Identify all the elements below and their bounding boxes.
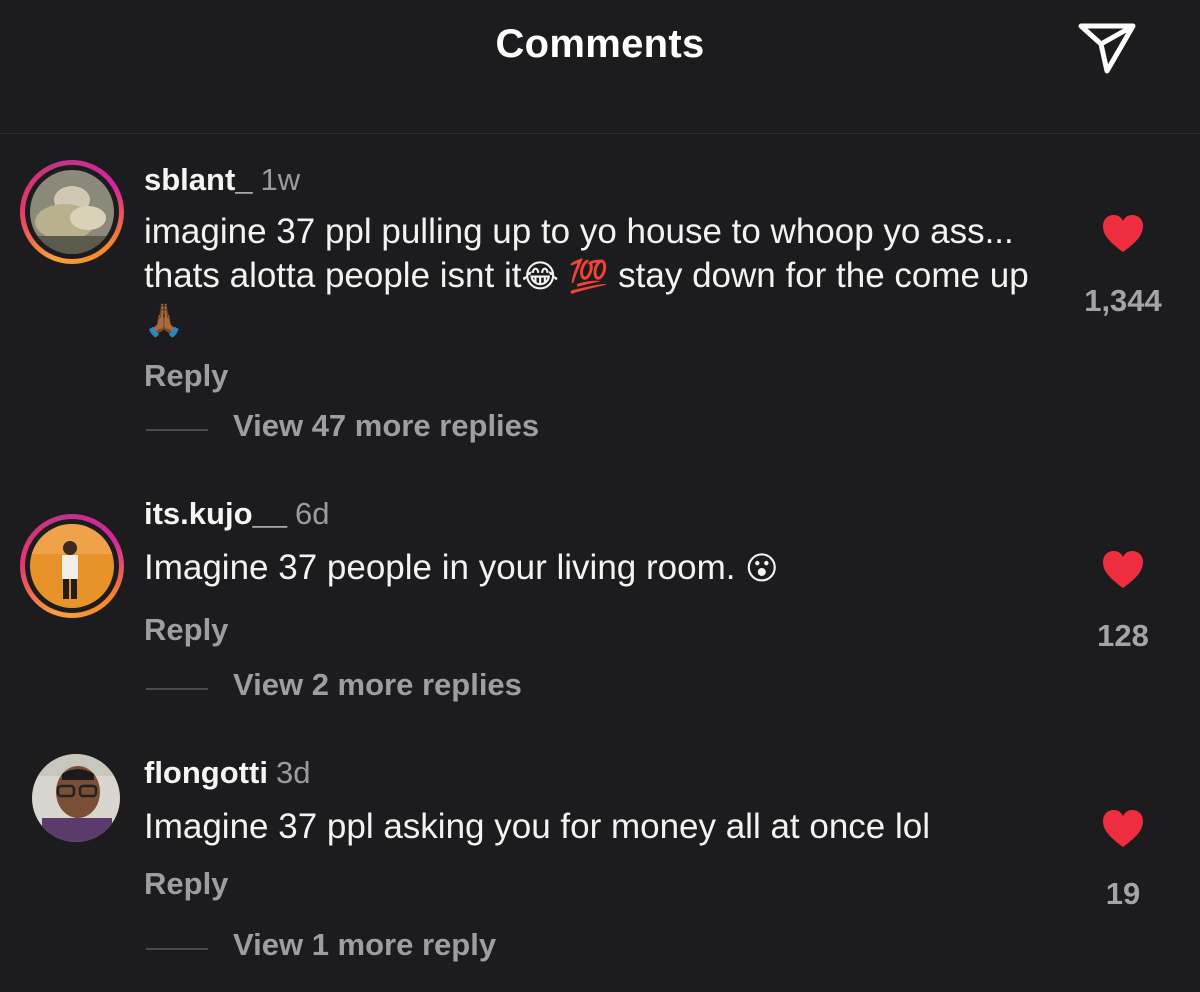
page-title: Comments: [495, 22, 705, 66]
comment-time: 6d: [295, 496, 330, 531]
comment-text: Imagine 37 ppl asking you for money all …: [144, 807, 931, 846]
username[interactable]: sblant_: [144, 162, 253, 197]
comment-time: 1w: [260, 162, 301, 197]
heart-icon: [1103, 551, 1143, 588]
like-count: 1,344: [1084, 283, 1162, 318]
view-replies-label: View 2 more replies: [233, 667, 522, 702]
replies-divider: [146, 948, 208, 950]
username[interactable]: flongotti: [144, 755, 268, 790]
like-button[interactable]: [1101, 214, 1145, 254]
like-count: 128: [1097, 618, 1149, 653]
comment-time: 3d: [275, 755, 311, 790]
comment-text: Imagine 37 people in your living room. 😮: [144, 548, 779, 587]
avatar[interactable]: [20, 514, 124, 618]
like-count: 19: [1105, 876, 1141, 911]
hushed-face-emoji: 😮: [745, 549, 779, 587]
tears-of-joy-emoji: 😂: [521, 257, 559, 295]
comments-header: Comments: [0, 0, 1200, 134]
avatar[interactable]: [20, 160, 124, 264]
replies-divider: [146, 688, 208, 690]
share-button[interactable]: [1074, 16, 1140, 78]
username[interactable]: its.kujo__: [144, 496, 287, 531]
comment-text: imagine 37 ppl pulling up to yo house to…: [144, 212, 1029, 339]
replies-divider: [146, 429, 208, 431]
reply-button[interactable]: Reply: [144, 612, 228, 648]
avatar-photo: [30, 170, 114, 254]
avatar[interactable]: [32, 754, 120, 842]
like-button[interactable]: [1101, 550, 1145, 590]
folded-hands-emoji: 🙏🏾: [144, 301, 184, 339]
paper-plane-icon: [1078, 23, 1136, 74]
view-replies-label: View 1 more reply: [233, 927, 497, 962]
reply-button[interactable]: Reply: [144, 866, 228, 902]
like-button[interactable]: [1101, 809, 1145, 849]
hundred-points-emoji: 💯: [568, 257, 609, 295]
avatar-photo: [30, 524, 114, 608]
reply-button[interactable]: Reply: [144, 358, 228, 394]
heart-icon: [1103, 215, 1143, 252]
heart-icon: [1103, 810, 1143, 847]
avatar-photo: [32, 754, 120, 842]
view-replies-label: View 47 more replies: [233, 408, 540, 443]
